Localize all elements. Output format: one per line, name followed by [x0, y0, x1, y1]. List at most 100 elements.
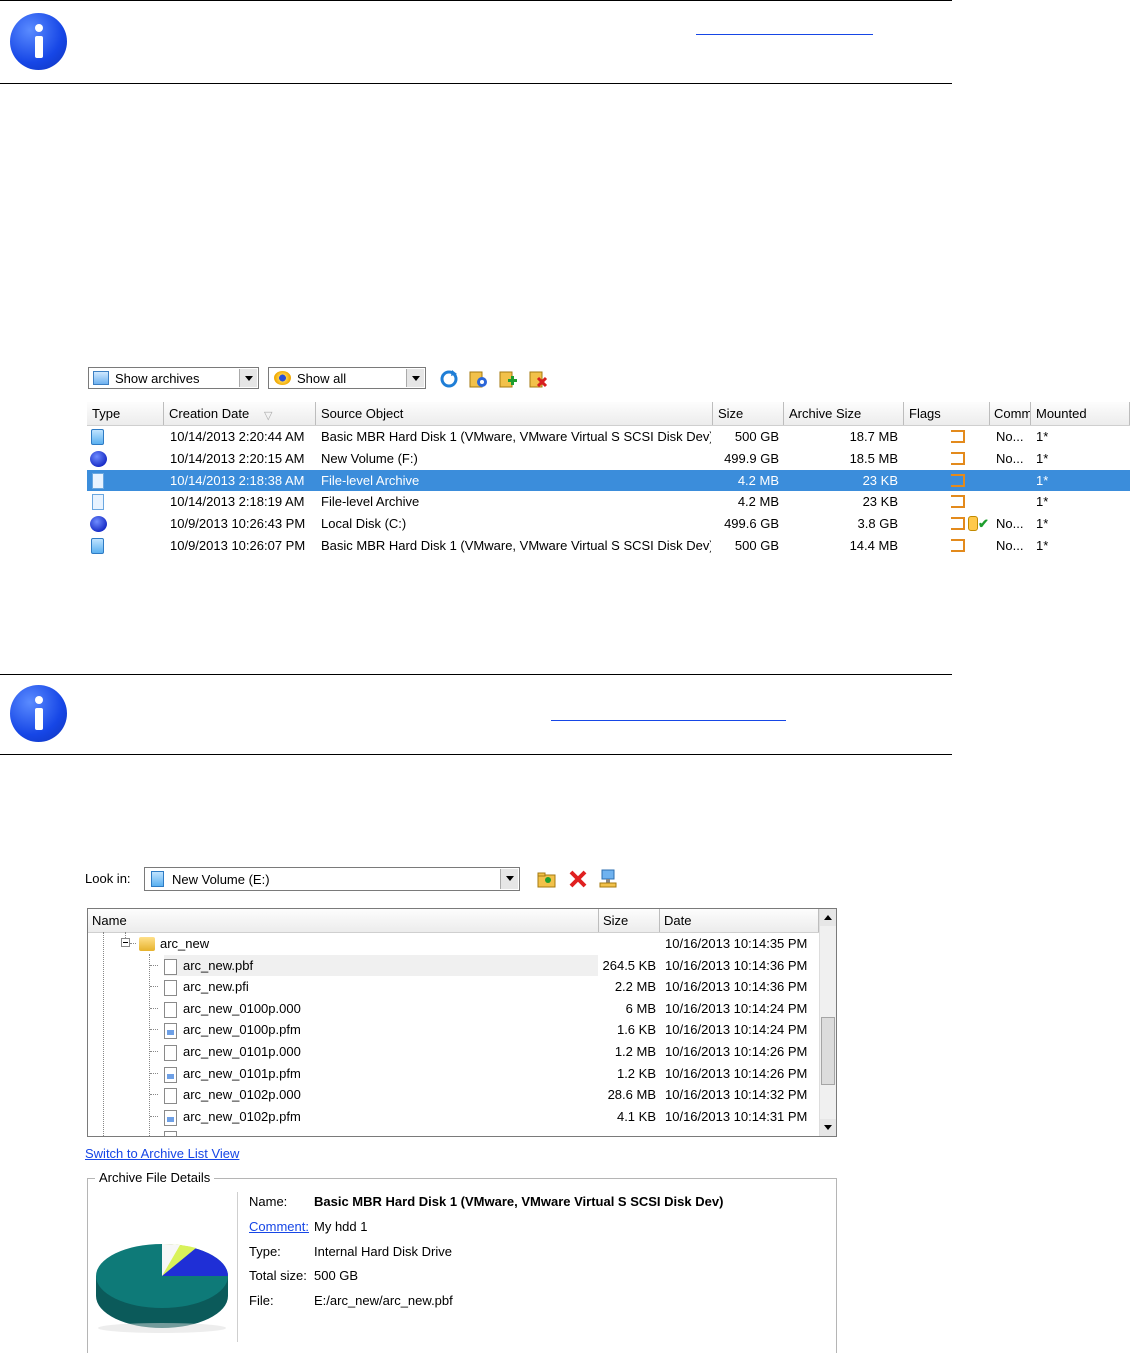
archive-list-header: Type Creation Date ▽ Source Object Size A…: [87, 402, 1130, 426]
network-icon[interactable]: [597, 868, 619, 890]
flag-icon: [951, 451, 965, 465]
mounted: 1*: [1036, 537, 1049, 553]
column-creation-date[interactable]: Creation Date ▽: [164, 402, 316, 425]
map-file-icon: [164, 1109, 177, 1126]
tree-file[interactable]: arc_new_0102p.000 28.6 MB 10/16/2013 10:…: [88, 1084, 819, 1106]
tree-file[interactable]: arc_new.pbf 264.5 KB 10/16/2013 10:14:36…: [88, 954, 819, 977]
file-name: arc_new_0100p.pfm: [183, 1022, 301, 1038]
comment: No...: [996, 450, 1024, 466]
vertical-scrollbar[interactable]: [819, 909, 836, 1136]
verified-flag-icon: [968, 516, 978, 532]
size: 500 GB: [734, 537, 779, 553]
file-archive-icon: [92, 494, 104, 511]
flag-icon: [951, 473, 965, 487]
tree-file-partial[interactable]: [88, 1127, 819, 1136]
column-type[interactable]: Type: [87, 402, 164, 425]
file-size: 1.2 KB: [616, 1065, 656, 1081]
column-archive-size[interactable]: Archive Size: [784, 402, 904, 425]
detail-name-value: Basic MBR Hard Disk 1 (VMware, VMware Vi…: [314, 1194, 724, 1209]
info-icon: [10, 13, 67, 70]
size: 499.9 GB: [724, 450, 779, 466]
tree-file[interactable]: arc_new_0102p.pfm 4.1 KB 10/16/2013 10:1…: [88, 1106, 819, 1128]
file-tree: Name Size Date arc_new 10/16/2013 10:14:…: [87, 908, 837, 1137]
archive-row[interactable]: 10/9/2013 10:26:43 PM Local Disk (C:) 49…: [87, 513, 1130, 535]
tree-file[interactable]: arc_new_0101p.pfm 1.2 KB 10/16/2013 10:1…: [88, 1063, 819, 1085]
chevron-down-icon[interactable]: [239, 369, 257, 387]
column-source-object[interactable]: Source Object: [316, 402, 713, 425]
file-name: arc_new.pfi: [183, 979, 249, 995]
tree-connector: [150, 1029, 158, 1031]
delete-archive-icon[interactable]: [527, 368, 549, 390]
column-mounted[interactable]: Mounted: [1031, 402, 1130, 425]
show-all-label: Show all: [297, 371, 347, 386]
column-flags[interactable]: Flags: [904, 402, 990, 425]
mounted: 1*: [1036, 429, 1049, 444]
new-folder-icon[interactable]: [536, 868, 558, 890]
flag-icon: [951, 538, 965, 552]
creation-date: 10/14/2013 2:20:15 AM: [170, 450, 305, 466]
scroll-up-arrow-icon[interactable]: [820, 909, 836, 926]
mounted: 1*: [1036, 472, 1049, 488]
size: 500 GB: [734, 429, 779, 444]
info-note-top: [0, 0, 952, 84]
comment: No...: [996, 516, 1024, 532]
chevron-down-icon[interactable]: [406, 369, 424, 387]
creation-date: 10/9/2013 10:26:07 PM: [170, 537, 306, 553]
archive-row[interactable]: 10/9/2013 10:26:07 PM Basic MBR Hard Dis…: [87, 535, 1130, 557]
look-in-value: New Volume (E:): [172, 872, 270, 887]
column-size[interactable]: Size: [713, 402, 784, 425]
show-archives-dropdown[interactable]: Show archives: [88, 367, 259, 389]
look-in-dropdown[interactable]: New Volume (E:): [144, 867, 520, 891]
tree-connector: [150, 1007, 158, 1009]
tree-connector: [150, 1051, 158, 1052]
file-date: 10/16/2013 10:14:36 PM: [665, 979, 808, 995]
archive-settings-icon[interactable]: [467, 368, 489, 390]
switch-to-archive-list-link[interactable]: Switch to Archive List View: [85, 1146, 239, 1161]
comment: No...: [996, 537, 1024, 553]
tree-folder[interactable]: arc_new 10/16/2013 10:14:35 PM: [88, 933, 819, 955]
tree-file[interactable]: arc_new_0100p.000 6 MB 10/16/2013 10:14:…: [88, 998, 819, 1020]
creation-date: 10/14/2013 2:20:44 AM: [170, 429, 305, 444]
creation-date: 10/14/2013 2:18:38 AM: [170, 472, 305, 488]
volume-icon: [90, 450, 107, 467]
file-icon: [164, 1045, 177, 1061]
tree-file[interactable]: arc_new_0101p.000 1.2 MB 10/16/2013 10:1…: [88, 1041, 819, 1063]
column-comment[interactable]: Comm: [990, 402, 1031, 425]
chevron-down-icon[interactable]: [500, 869, 518, 889]
add-archive-icon[interactable]: [497, 368, 519, 390]
file-icon: [164, 958, 177, 975]
collapse-icon[interactable]: [121, 938, 130, 947]
tree-file[interactable]: arc_new_0100p.pfm 1.6 KB 10/16/2013 10:1…: [88, 1019, 819, 1041]
archive-row[interactable]: 10/14/2013 2:20:15 AM New Volume (F:) 49…: [87, 448, 1130, 470]
file-date: 10/16/2013 10:14:31 PM: [665, 1108, 808, 1124]
archive-row[interactable]: 10/14/2013 2:18:19 AM File-level Archive…: [87, 491, 1130, 513]
flag-icon: [951, 517, 965, 531]
detail-total-size-value: 500 GB: [314, 1268, 359, 1283]
detail-file-value: E:/arc_new/arc_new.pbf: [314, 1293, 453, 1308]
note-link[interactable]: [551, 720, 786, 721]
volume-icon: [90, 516, 107, 533]
show-all-dropdown[interactable]: Show all: [268, 367, 426, 389]
delete-icon[interactable]: [567, 868, 589, 890]
source-object: File-level Archive: [321, 494, 420, 510]
note-link[interactable]: [696, 34, 873, 35]
archive-row-selected[interactable]: 10/14/2013 2:18:38 AM File-level Archive…: [87, 469, 1130, 492]
scroll-down-arrow-icon[interactable]: [820, 1119, 836, 1136]
scroll-thumb[interactable]: [821, 1017, 835, 1085]
detail-total-size-label: Total size:: [249, 1268, 307, 1283]
archive-list: Type Creation Date ▽ Source Object Size A…: [87, 402, 1130, 557]
tree-connector: [130, 943, 136, 944]
file-date: 10/16/2013 10:14:36 PM: [665, 957, 808, 973]
column-size[interactable]: Size: [599, 909, 660, 932]
hard-disk-icon: [91, 537, 104, 554]
column-date[interactable]: Date: [660, 909, 819, 932]
column-name[interactable]: Name: [88, 909, 599, 932]
archive-size: 18.7 MB: [849, 429, 898, 444]
file-size: 4.1 KB: [616, 1108, 656, 1124]
tree-file[interactable]: arc_new.pfi 2.2 MB 10/16/2013 10:14:36 P…: [88, 976, 819, 998]
refresh-icon[interactable]: [438, 368, 460, 390]
archive-row[interactable]: 10/14/2013 2:20:44 AM Basic MBR Hard Dis…: [87, 426, 1130, 448]
detail-comment-link[interactable]: Comment:: [249, 1219, 309, 1234]
archive-icon: [93, 371, 109, 385]
folder-name: arc_new: [160, 936, 210, 951]
